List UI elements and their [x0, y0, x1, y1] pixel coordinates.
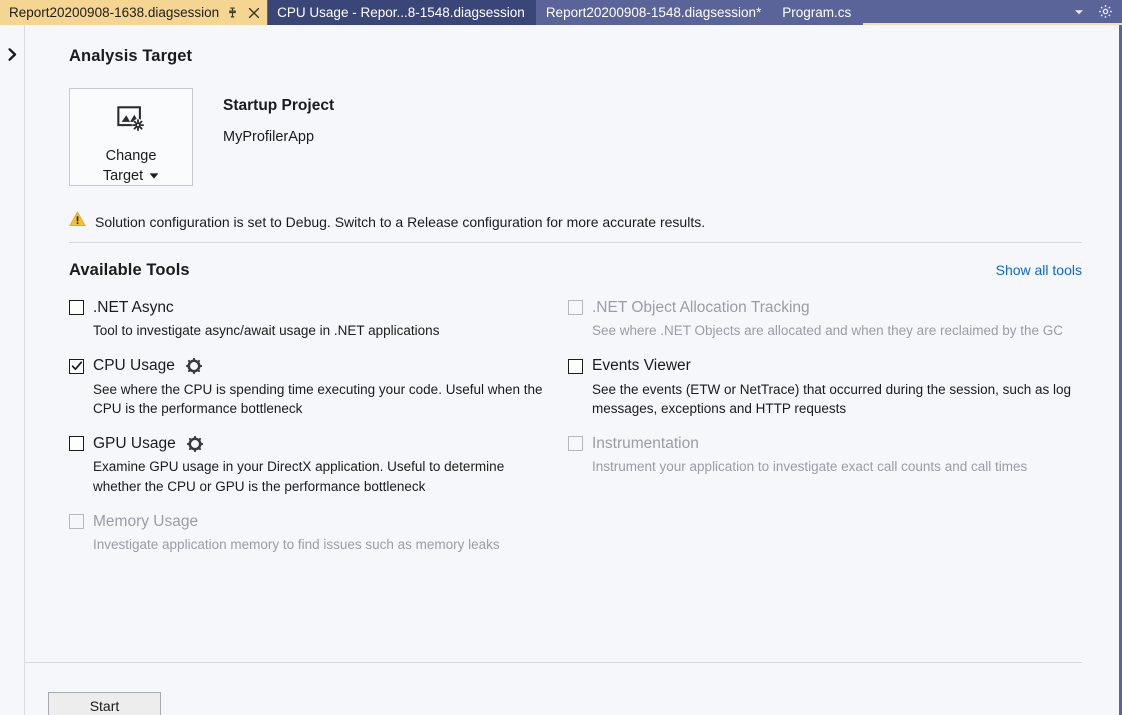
change-target-label-line1: Change [106, 146, 157, 167]
available-tools-header: Available Tools Show all tools [69, 261, 1119, 280]
tab-0[interactable]: Report20200908-1638.diagsession [0, 0, 268, 25]
tab-2[interactable]: Report20200908-1548.diagsession* [537, 0, 773, 25]
change-target-button[interactable]: Change Target [69, 88, 193, 186]
tool-description: See where .NET Objects are allocated and… [592, 321, 1082, 340]
tab-bar: Report20200908-1638.diagsession CPU Usage… [0, 0, 1122, 25]
tool-item: .NET Object Allocation Tracking See where… [568, 299, 1082, 340]
tool-item: Events Viewer See the events (ETW or NetT… [568, 357, 1082, 418]
close-icon[interactable] [244, 3, 263, 22]
tool-checkbox[interactable] [69, 300, 84, 315]
tool-description: See where the CPU is spending time execu… [93, 380, 544, 419]
tab-1[interactable]: CPU Usage - Repor...8-1548.diagsession [268, 0, 537, 25]
tool-checkbox [568, 436, 583, 451]
tool-header[interactable]: Events Viewer [568, 357, 1082, 374]
show-all-tools-link[interactable]: Show all tools [996, 262, 1082, 278]
tab-label: CPU Usage - Repor...8-1548.diagsession [277, 6, 527, 20]
section-divider-bottom [25, 662, 1082, 663]
tab-3[interactable]: Program.cs [773, 0, 863, 25]
gear-icon[interactable] [1097, 4, 1113, 20]
tool-name: Events Viewer [592, 357, 691, 374]
tool-header[interactable]: GPU Usage [69, 435, 544, 452]
warning-text: Solution configuration is set to Debug. … [95, 214, 705, 230]
tool-item: .NET Async Tool to investigate async/awai… [69, 299, 544, 340]
tab-label: Report20200908-1638.diagsession [9, 6, 221, 20]
tools-grid: .NET Async Tool to investigate async/awai… [69, 299, 1119, 572]
tool-item: CPU Usage See where the CPU is spending t… [69, 357, 544, 418]
tool-name: .NET Async [93, 299, 174, 316]
tool-checkbox[interactable] [69, 436, 84, 451]
analysis-target-row: Change Target Startup Project MyProfiler… [69, 88, 1119, 186]
tool-item: Memory Usage Investigate application memo… [69, 513, 544, 554]
left-rail [0, 25, 25, 715]
tool-header: Instrumentation [568, 435, 1082, 452]
tab-list: Report20200908-1638.diagsession CPU Usage… [0, 0, 863, 23]
triangle-down-icon [149, 167, 159, 186]
tool-header[interactable]: CPU Usage [69, 357, 544, 374]
tool-settings-gear-icon[interactable] [187, 435, 204, 452]
target-info: Startup Project MyProfilerApp [223, 88, 334, 145]
tool-checkbox[interactable] [568, 359, 583, 374]
tool-name: Memory Usage [93, 513, 198, 530]
tool-settings-gear-icon[interactable] [186, 358, 203, 375]
tool-item: GPU Usage Examine GPU usage in your Direc… [69, 435, 544, 496]
startup-project-value: MyProfilerApp [223, 129, 334, 145]
image-settings-icon [116, 104, 146, 139]
tools-column-left: .NET Async Tool to investigate async/awai… [69, 299, 544, 572]
change-target-label-line2-text: Target [103, 167, 143, 186]
tool-name: CPU Usage [93, 357, 175, 374]
tab-bar-spacer [863, 0, 1065, 23]
tool-header[interactable]: .NET Async [69, 299, 544, 316]
content-area: Analysis Target [25, 25, 1119, 715]
tool-description: See the events (ETW or NetTrace) that oc… [592, 380, 1082, 419]
tool-checkbox [69, 514, 84, 529]
tool-header: .NET Object Allocation Tracking [568, 299, 1082, 316]
tool-name: GPU Usage [93, 435, 176, 452]
start-button[interactable]: Start [48, 692, 161, 715]
pin-icon[interactable] [223, 3, 242, 22]
tool-header: Memory Usage [69, 513, 544, 530]
tab-bar-actions [1065, 0, 1122, 23]
tool-name: .NET Object Allocation Tracking [592, 299, 810, 316]
tool-description: Investigate application memory to find i… [93, 535, 544, 554]
tool-description: Tool to investigate async/await usage in… [93, 321, 544, 340]
tool-description: Instrument your application to investiga… [592, 457, 1082, 476]
tab-label: Report20200908-1548.diagsession* [546, 6, 763, 20]
main-shell: Analysis Target [0, 25, 1122, 715]
tool-checkbox[interactable] [69, 359, 84, 374]
available-tools-heading: Available Tools [69, 261, 190, 280]
change-target-label-line2: Target [103, 167, 159, 186]
startup-project-label: Startup Project [223, 97, 334, 115]
tool-description: Examine GPU usage in your DirectX applic… [93, 457, 544, 496]
chevron-down-icon[interactable] [1071, 4, 1087, 20]
configuration-warning: Solution configuration is set to Debug. … [69, 211, 1119, 232]
tools-column-right: .NET Object Allocation Tracking See where… [568, 299, 1082, 572]
tool-checkbox [568, 300, 583, 315]
warning-triangle-icon [69, 211, 86, 232]
chevron-right-icon[interactable] [4, 46, 20, 62]
tool-name: Instrumentation [592, 435, 699, 452]
tab-label: Program.cs [782, 6, 853, 20]
tool-item: Instrumentation Instrument your applicati… [568, 435, 1082, 476]
analysis-target-heading: Analysis Target [69, 47, 1119, 66]
section-divider-top [69, 242, 1082, 243]
